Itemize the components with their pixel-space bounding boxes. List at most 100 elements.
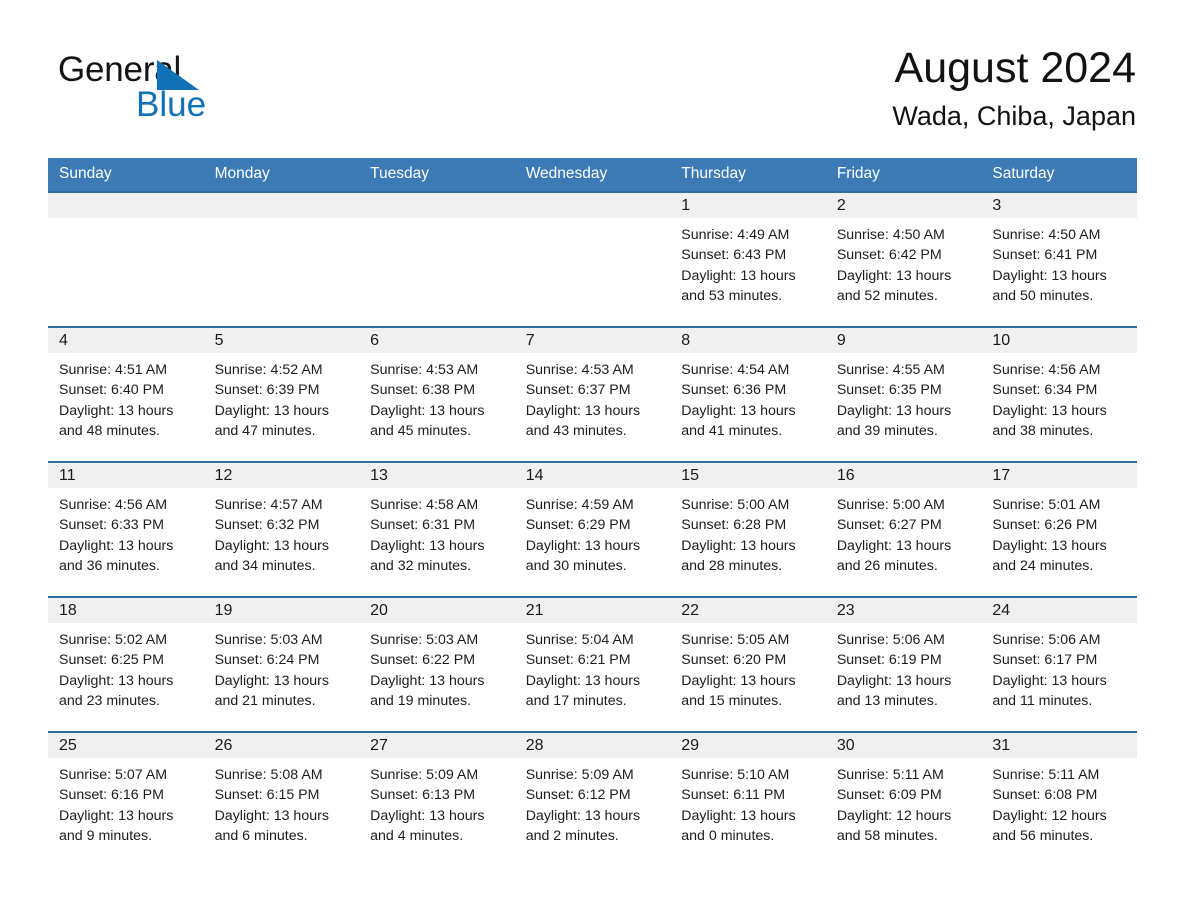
day-number: 19 <box>203 598 360 623</box>
daylight-duration-line2: and 53 minutes. <box>681 287 783 304</box>
calendar-day-cell[interactable]: 11 Sunrise: 4:56 AM Sunset: 6:33 PM Dayligh… <box>48 461 204 597</box>
day-number: 21 <box>514 598 671 623</box>
daylight-duration-line2: and 50 minutes. <box>992 287 1094 304</box>
calendar-day-cell[interactable]: 8 Sunrise: 4:54 AM Sunset: 6:36 PM Daylight… <box>670 326 826 462</box>
day-details: Sunrise: 5:07 AM Sunset: 6:16 PM Daylight:… <box>48 758 204 846</box>
calendar-day-cell[interactable]: 20 Sunrise: 5:03 AM Sunset: 6:22 PM Dayligh… <box>359 596 515 732</box>
daylight-duration-line2: and 39 minutes. <box>836 422 938 439</box>
calendar-day-cell[interactable]: 22 Sunrise: 5:05 AM Sunset: 6:20 PM Dayligh… <box>670 596 826 732</box>
day-cell-inner: 25 Sunrise: 5:07 AM Sunset: 6:16 PM Dayligh… <box>48 733 204 866</box>
calendar-day-cell[interactable]: 23 Sunrise: 5:06 AM Sunset: 6:19 PM Dayligh… <box>825 596 982 732</box>
calendar-day-cell[interactable]: 31 Sunrise: 5:11 AM Sunset: 6:08 PM Dayligh… <box>981 731 1137 866</box>
day-number: 8 <box>670 328 826 353</box>
day-details: Sunrise: 4:59 AM Sunset: 6:29 PM Daylight:… <box>515 488 671 576</box>
sunrise-time: Sunrise: 5:00 AM <box>836 497 945 513</box>
sunset-time: Sunset: 6:08 PM <box>992 787 1098 804</box>
daylight-duration-line1: Daylight: 13 hours <box>525 402 641 419</box>
day-number: 24 <box>981 598 1137 623</box>
day-cell-inner: 23 Sunrise: 5:06 AM Sunset: 6:19 PM Dayligh… <box>825 598 982 731</box>
daylight-duration-line1: Daylight: 12 hours <box>836 807 952 824</box>
sunset-time: Sunset: 6:25 PM <box>59 652 164 669</box>
sunset-time: Sunset: 6:16 PM <box>59 787 164 804</box>
sunrise-time: Sunrise: 4:50 AM <box>992 227 1101 243</box>
day-number: 11 <box>48 463 204 488</box>
day-details: Sunrise: 4:56 AM Sunset: 6:34 PM Daylight:… <box>981 353 1137 441</box>
calendar-day-cell[interactable]: 27 Sunrise: 5:09 AM Sunset: 6:13 PM Dayligh… <box>359 731 515 866</box>
day-number: 23 <box>825 598 982 623</box>
daylight-duration-line2: and 6 minutes. <box>214 827 308 844</box>
day-cell-inner: 31 Sunrise: 5:11 AM Sunset: 6:08 PM Dayligh… <box>981 733 1137 866</box>
calendar-day-cell[interactable]: 2 Sunrise: 4:50 AM Sunset: 6:42 PM Daylight… <box>825 191 982 327</box>
calendar-day-cell[interactable]: 16 Sunrise: 5:00 AM Sunset: 6:27 PM Dayligh… <box>825 461 982 597</box>
logo-text-blue: Blue <box>136 85 207 124</box>
calendar-day-cell[interactable]: 10 Sunrise: 4:56 AM Sunset: 6:34 PM Dayligh… <box>981 326 1137 462</box>
sunrise-time: Sunrise: 5:09 AM <box>525 767 634 783</box>
sunset-time: Sunset: 6:32 PM <box>214 517 320 534</box>
calendar-day-cell[interactable]: 18 Sunrise: 5:02 AM Sunset: 6:25 PM Dayligh… <box>48 596 204 732</box>
calendar-day-cell[interactable]: 9 Sunrise: 4:55 AM Sunset: 6:35 PM Daylight… <box>825 326 982 462</box>
sunset-time: Sunset: 6:33 PM <box>59 517 164 534</box>
calendar-day-cell[interactable]: 25 Sunrise: 5:07 AM Sunset: 6:16 PM Dayligh… <box>48 731 204 866</box>
weekday-header-sunday: Sunday <box>48 158 204 192</box>
calendar-day-cell[interactable]: 7 Sunrise: 4:53 AM Sunset: 6:37 PM Daylight… <box>514 326 671 462</box>
calendar-day-cell[interactable]: 26 Sunrise: 5:08 AM Sunset: 6:15 PM Dayligh… <box>203 731 360 866</box>
calendar-day-cell[interactable]: 15 Sunrise: 5:00 AM Sunset: 6:28 PM Dayligh… <box>670 461 826 597</box>
day-number: 9 <box>825 328 982 353</box>
sunrise-time: Sunrise: 4:56 AM <box>992 362 1101 378</box>
calendar-day-cell[interactable]: 13 Sunrise: 4:58 AM Sunset: 6:31 PM Dayligh… <box>359 461 515 597</box>
sunset-time: Sunset: 6:17 PM <box>992 652 1098 669</box>
calendar-day-cell[interactable]: 5 Sunrise: 4:52 AM Sunset: 6:39 PM Daylight… <box>203 326 360 462</box>
daylight-duration-line1: Daylight: 13 hours <box>992 672 1107 689</box>
calendar-day-cell[interactable]: 4 Sunrise: 4:51 AM Sunset: 6:40 PM Daylight… <box>48 326 204 462</box>
calendar-day-cell[interactable]: 30 Sunrise: 5:11 AM Sunset: 6:09 PM Dayligh… <box>825 731 982 866</box>
sunset-time: Sunset: 6:42 PM <box>836 247 942 264</box>
day-cell-inner: 30 Sunrise: 5:11 AM Sunset: 6:09 PM Dayligh… <box>825 733 982 866</box>
day-cell-inner: 19 Sunrise: 5:03 AM Sunset: 6:24 PM Dayligh… <box>203 598 360 731</box>
calendar-day-cell[interactable]: 29 Sunrise: 5:10 AM Sunset: 6:11 PM Dayligh… <box>670 731 826 866</box>
daylight-duration-line2: and 24 minutes. <box>992 557 1094 574</box>
day-details: Sunrise: 5:00 AM Sunset: 6:27 PM Daylight:… <box>826 488 982 576</box>
day-details: Sunrise: 4:54 AM Sunset: 6:36 PM Daylight:… <box>670 353 826 441</box>
day-number: 14 <box>514 463 671 488</box>
sunset-time: Sunset: 6:31 PM <box>370 517 476 534</box>
day-details: Sunrise: 4:53 AM Sunset: 6:37 PM Daylight:… <box>515 353 671 441</box>
day-details: Sunrise: 4:55 AM Sunset: 6:35 PM Daylight:… <box>826 353 982 441</box>
weekday-header-saturday: Saturday <box>981 158 1137 192</box>
day-details: Sunrise: 5:00 AM Sunset: 6:28 PM Daylight:… <box>670 488 826 576</box>
calendar-day-cell[interactable]: 21 Sunrise: 5:04 AM Sunset: 6:21 PM Dayligh… <box>514 596 671 732</box>
calendar-day-cell[interactable]: 3 Sunrise: 4:50 AM Sunset: 6:41 PM Daylight… <box>981 191 1137 327</box>
calendar-table: Sunday Monday Tuesday Wednesday Thursday… <box>48 158 1137 866</box>
day-details: Sunrise: 5:02 AM Sunset: 6:25 PM Daylight:… <box>48 623 204 711</box>
day-cell-inner <box>203 193 360 326</box>
day-details: Sunrise: 5:05 AM Sunset: 6:20 PM Daylight:… <box>670 623 826 711</box>
sunrise-time: Sunrise: 4:53 AM <box>525 362 634 378</box>
calendar-day-cell[interactable]: 17 Sunrise: 5:01 AM Sunset: 6:26 PM Dayligh… <box>981 461 1137 597</box>
day-cell-inner: 11 Sunrise: 4:56 AM Sunset: 6:33 PM Dayligh… <box>48 463 204 596</box>
day-number: 22 <box>670 598 826 623</box>
sunset-time: Sunset: 6:09 PM <box>836 787 942 804</box>
sunrise-time: Sunrise: 5:05 AM <box>681 632 790 648</box>
daylight-duration-line2: and 23 minutes. <box>59 692 160 709</box>
daylight-duration-line2: and 36 minutes. <box>59 557 160 574</box>
calendar-day-cell[interactable]: 14 Sunrise: 4:59 AM Sunset: 6:29 PM Dayligh… <box>514 461 671 597</box>
calendar-day-cell[interactable]: 12 Sunrise: 4:57 AM Sunset: 6:32 PM Dayligh… <box>203 461 360 597</box>
daylight-duration-line1: Daylight: 13 hours <box>992 267 1107 284</box>
day-number: 10 <box>981 328 1137 353</box>
calendar-day-cell[interactable]: 28 Sunrise: 5:09 AM Sunset: 6:12 PM Dayligh… <box>514 731 671 866</box>
sunrise-time: Sunrise: 5:08 AM <box>214 767 323 783</box>
day-number: 27 <box>359 733 515 758</box>
calendar-day-cell-empty <box>203 191 360 327</box>
calendar-day-cell[interactable]: 24 Sunrise: 5:06 AM Sunset: 6:17 PM Dayligh… <box>981 596 1137 732</box>
calendar-day-cell[interactable]: 6 Sunrise: 4:53 AM Sunset: 6:38 PM Daylight… <box>359 326 515 462</box>
calendar-day-cell[interactable]: 1 Sunrise: 4:49 AM Sunset: 6:43 PM Daylight… <box>670 191 826 327</box>
sunrise-time: Sunrise: 5:10 AM <box>681 767 790 783</box>
daylight-duration-line1: Daylight: 13 hours <box>836 537 952 554</box>
calendar-day-cell[interactable]: 19 Sunrise: 5:03 AM Sunset: 6:24 PM Dayligh… <box>203 596 360 732</box>
day-number: 31 <box>981 733 1137 758</box>
day-details: Sunrise: 5:09 AM Sunset: 6:13 PM Daylight:… <box>359 758 515 846</box>
sunset-time: Sunset: 6:26 PM <box>992 517 1098 534</box>
day-cell-inner: 22 Sunrise: 5:05 AM Sunset: 6:20 PM Dayligh… <box>670 598 826 731</box>
daylight-duration-line2: and 58 minutes. <box>836 827 938 844</box>
day-number: 25 <box>48 733 204 758</box>
sunset-time: Sunset: 6:37 PM <box>525 382 631 399</box>
